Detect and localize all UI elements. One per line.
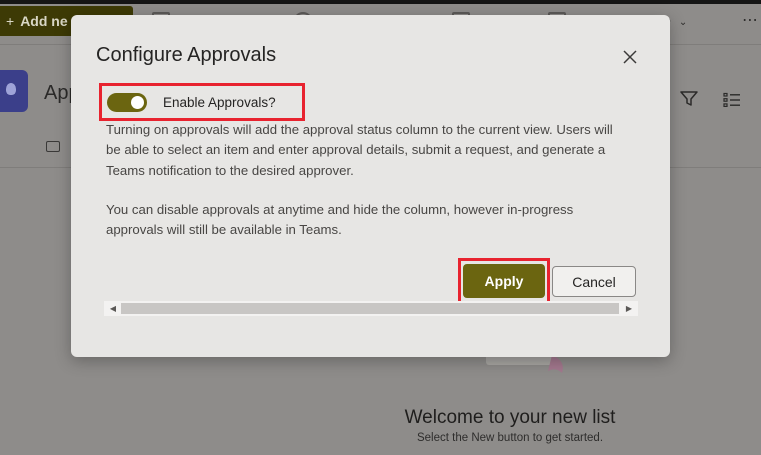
chevron-down-icon: ⌄ bbox=[678, 17, 688, 28]
description-paragraph: Turning on approvals will add the approv… bbox=[106, 122, 613, 178]
enable-approvals-highlight: Enable Approvals? bbox=[99, 83, 305, 121]
toggle-knob bbox=[131, 96, 144, 109]
more-icon[interactable]: ⋯ bbox=[742, 10, 759, 30]
top-strip bbox=[0, 0, 761, 4]
cancel-button[interactable]: Cancel bbox=[552, 266, 636, 297]
enable-approvals-toggle[interactable] bbox=[107, 93, 147, 112]
empty-state-title: Welcome to your new list bbox=[404, 407, 616, 428]
view-options-icon[interactable] bbox=[723, 92, 741, 108]
scroll-right-icon[interactable]: ▶ bbox=[623, 301, 635, 316]
close-icon[interactable] bbox=[619, 46, 641, 68]
add-new-label: Add ne bbox=[20, 13, 68, 29]
scroll-left-icon[interactable]: ◀ bbox=[107, 301, 119, 316]
scroll-thumb[interactable] bbox=[121, 303, 619, 314]
apply-button[interactable]: Apply bbox=[463, 264, 545, 298]
disable-info-paragraph: You can disable approvals at anytime and… bbox=[106, 202, 574, 238]
filter-icon[interactable] bbox=[680, 91, 698, 107]
empty-state-subtitle: Select the New button to get started. bbox=[416, 432, 604, 444]
toggle-label: Enable Approvals? bbox=[163, 95, 276, 110]
view-tab-icon[interactable] bbox=[46, 141, 60, 152]
configure-approvals-dialog: Configure Approvals Enable Approvals? Tu… bbox=[71, 15, 670, 357]
dialog-title: Configure Approvals bbox=[96, 44, 277, 66]
plus-icon: + bbox=[6, 13, 15, 29]
horizontal-scrollbar[interactable]: ◀ ▶ bbox=[104, 301, 638, 316]
list-app-icon bbox=[0, 70, 28, 112]
